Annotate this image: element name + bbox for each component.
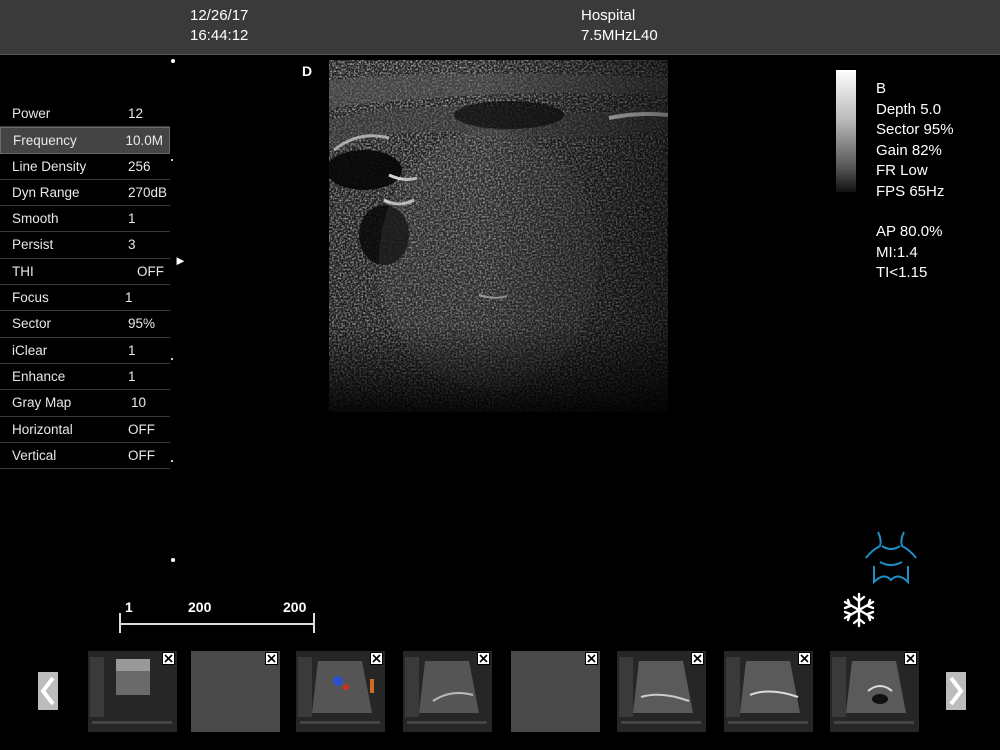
thumbnail-next-button[interactable] (946, 672, 966, 710)
scale-tick-right (313, 613, 315, 633)
ti-label: TI<1.15 (876, 264, 928, 281)
thumbnail-4[interactable] (403, 651, 492, 732)
close-icon[interactable] (904, 652, 917, 665)
safety-info: AP 80.0% MI:1.4 TI<1.15 (876, 222, 942, 284)
param-vertical[interactable]: Vertical OFF (0, 443, 170, 470)
thumbnail-8[interactable] (830, 651, 919, 732)
param-iclear[interactable]: iClear 1 (0, 338, 170, 364)
focus-marker-icon[interactable]: ► (174, 253, 187, 268)
neck-body-mark-icon[interactable] (862, 528, 920, 590)
close-icon[interactable] (370, 652, 383, 665)
orientation-marker: D (302, 63, 313, 79)
depth-scale-dot (171, 558, 175, 562)
parameter-panel: Power 12 Frequency 10.0M Line Density 256 D… (0, 101, 170, 470)
scale-label-mid: 200 (188, 599, 212, 615)
exam-date: 12/26/17 (190, 7, 249, 24)
snowflake-icon[interactable] (840, 591, 878, 629)
param-power[interactable]: Power 12 (0, 101, 170, 128)
param-enhance[interactable]: Enhance 1 (0, 364, 170, 391)
param-gray-map[interactable]: Gray Map 10 (0, 390, 170, 417)
close-icon[interactable] (798, 652, 811, 665)
hospital-name: Hospital (581, 7, 636, 24)
thumbnail-6[interactable] (617, 651, 706, 732)
param-horizontal[interactable]: Horizontal OFF (0, 417, 170, 443)
sector-label: Sector 95% (876, 121, 954, 138)
depth-tick (171, 159, 173, 161)
mi-label: MI:1.4 (876, 243, 918, 261)
status-header: 12/26/17 16:44:12 Hospital 7.5MHzL40 (0, 0, 1000, 55)
scale-label-right: 200 (283, 599, 307, 615)
param-persist[interactable]: Persist 3 (0, 232, 170, 259)
thumbnail-5[interactable] (511, 651, 600, 732)
scale-label-left: 1 (125, 599, 133, 615)
thumbnail-3[interactable] (296, 651, 385, 732)
depth-tick (171, 358, 173, 360)
param-focus[interactable]: Focus 1 (0, 285, 170, 312)
depth-label: Depth 5.0 (876, 100, 942, 118)
chevron-left-icon (40, 676, 55, 706)
thumbnail-1[interactable] (88, 651, 177, 732)
param-dyn-range[interactable]: Dyn Range 270dB (0, 180, 170, 207)
exam-time: 16:44:12 (190, 27, 249, 44)
param-line-density[interactable]: Line Density 256 (0, 154, 170, 180)
param-thi[interactable]: THI OFF (0, 259, 170, 286)
depth-tick (171, 460, 173, 462)
probe-info: 7.5MHzL40 (581, 27, 658, 44)
close-icon[interactable] (585, 652, 598, 665)
param-frequency[interactable]: Frequency 10.0M (0, 127, 170, 154)
fps-label: FPS 65Hz (876, 182, 945, 200)
close-icon[interactable] (162, 652, 175, 665)
grayscale-bar (836, 70, 856, 192)
imaging-info: B Depth 5.0 Sector 95% Gain 82% FR Low F… (876, 79, 954, 202)
close-icon[interactable] (265, 652, 278, 665)
ap-label: AP 80.0% (876, 223, 943, 240)
ultrasound-image[interactable] (329, 60, 668, 412)
gain-label: Gain 82% (876, 141, 942, 159)
close-icon[interactable] (477, 652, 490, 665)
param-smooth[interactable]: Smooth 1 (0, 206, 170, 233)
param-sector[interactable]: Sector 95% (0, 311, 170, 338)
thumbnail-prev-button[interactable] (38, 672, 58, 710)
frame-rate-label: FR Low (876, 162, 928, 179)
thumbnail-2[interactable] (191, 651, 280, 732)
mode-label: B (876, 80, 887, 97)
thumbnail-7[interactable] (724, 651, 813, 732)
close-icon[interactable] (691, 652, 704, 665)
depth-scale-dot (171, 59, 175, 63)
scale-line (119, 623, 315, 625)
chevron-right-icon (949, 676, 964, 706)
